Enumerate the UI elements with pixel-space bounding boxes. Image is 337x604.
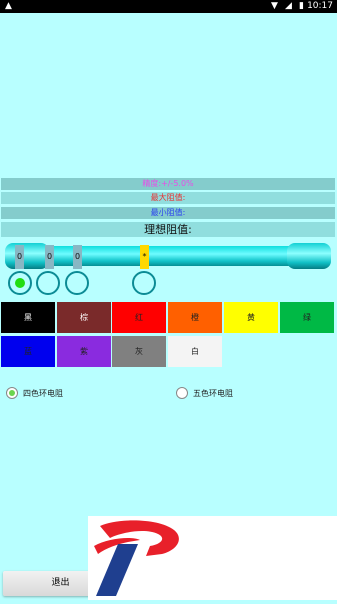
logo-panel — [88, 516, 337, 600]
band-1[interactable]: 0 — [15, 245, 24, 269]
band-4-selector[interactable] — [132, 271, 156, 295]
color-orange-button[interactable]: 橙 — [168, 302, 222, 333]
notification-icon: ▲ — [5, 1, 12, 11]
color-yellow-button[interactable]: 黄 — [224, 302, 278, 333]
status-bar: ▲ ▼ ◢ ▮ 10:17 — [0, 0, 337, 13]
color-red-button[interactable]: 红 — [112, 302, 166, 333]
color-brown-button[interactable]: 棕 — [57, 302, 111, 333]
wifi-icon: ▼ — [271, 1, 278, 11]
resistor-right-cap — [287, 243, 331, 269]
ideal-value-text: 理想阻值: — [144, 223, 192, 236]
min-value-text: 最小阻值: — [150, 208, 186, 217]
color-violet-button[interactable]: 紫 — [57, 336, 111, 367]
brand-logo — [94, 520, 179, 596]
status-time: 10:17 — [307, 1, 333, 11]
band-3-selector[interactable] — [65, 271, 89, 295]
five-band-radio[interactable] — [176, 387, 188, 399]
band-4[interactable]: * — [140, 245, 149, 269]
band-2-selector[interactable] — [36, 271, 60, 295]
four-band-label[interactable]: 四色环电阻 — [23, 388, 63, 399]
precision-text: 精度:+/-5.0% — [142, 179, 194, 188]
color-green-button[interactable]: 绿 — [280, 302, 334, 333]
precision-row: 精度:+/-5.0% — [1, 178, 335, 190]
resistor-left-cap — [5, 243, 49, 269]
four-band-radio[interactable] — [6, 387, 18, 399]
color-black-button[interactable]: 黑 — [1, 302, 55, 333]
max-value-row: 最大阻值: — [1, 192, 335, 204]
battery-icon: ▮ — [299, 1, 304, 11]
band-3[interactable]: 0 — [73, 245, 82, 269]
color-white-button[interactable]: 白 — [168, 336, 222, 367]
min-value-row: 最小阻值: — [1, 207, 335, 219]
resistor: 0 0 0 * — [5, 243, 331, 269]
band-2[interactable]: 0 — [45, 245, 54, 269]
color-blue-button[interactable]: 蓝 — [1, 336, 55, 367]
five-band-label[interactable]: 五色环电阻 — [193, 388, 233, 399]
max-value-text: 最大阻值: — [150, 193, 186, 202]
ideal-value-row: 理想阻值: — [1, 222, 335, 237]
band-1-selector[interactable] — [8, 271, 32, 295]
color-gray-button[interactable]: 灰 — [112, 336, 166, 367]
signal-icon: ◢ — [285, 1, 292, 11]
